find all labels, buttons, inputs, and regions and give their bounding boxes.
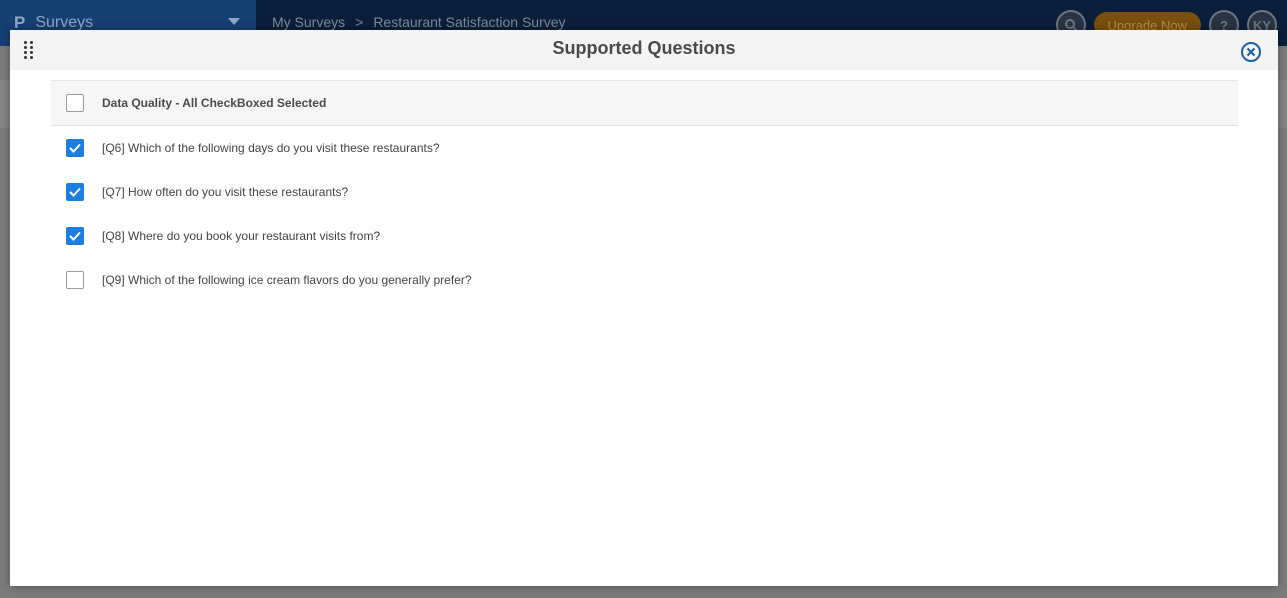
question-row-q8[interactable]: [Q8] Where do you book your restaurant v… (51, 214, 1238, 258)
breadcrumb-item-current: Restaurant Satisfaction Survey (373, 14, 566, 30)
question-label-q8: [Q8] Where do you book your restaurant v… (102, 229, 381, 243)
question-label-q9: [Q9] Which of the following ice cream fl… (102, 273, 472, 287)
question-label-q7: [Q7] How often do you visit these restau… (102, 185, 349, 199)
breadcrumb-separator: > (355, 14, 364, 30)
breadcrumb: My Surveys > Restaurant Satisfaction Sur… (272, 14, 566, 30)
modal-title: Supported Questions (552, 38, 736, 58)
supported-questions-modal: Supported Questions Data Quality - All C… (10, 30, 1278, 586)
modal-header: Supported Questions (10, 30, 1278, 70)
question-row-q6[interactable]: [Q6] Which of the following days do you … (51, 126, 1238, 170)
question-row-q7[interactable]: [Q7] How often do you visit these restau… (51, 170, 1238, 214)
breadcrumb-item-my-surveys[interactable]: My Surveys (272, 14, 345, 30)
question-row-q9[interactable]: [Q9] Which of the following ice cream fl… (51, 258, 1238, 302)
question-label-q6: [Q6] Which of the following days do you … (102, 141, 440, 155)
close-icon[interactable] (1241, 42, 1261, 62)
select-all-label: Data Quality - All CheckBoxed Selected (102, 96, 327, 110)
question-checkbox-q6[interactable] (66, 139, 84, 157)
question-checkbox-q9[interactable] (66, 271, 84, 289)
question-checkbox-q8[interactable] (66, 227, 84, 245)
question-checkbox-q7[interactable] (66, 183, 84, 201)
select-all-checkbox[interactable] (66, 94, 84, 112)
chevron-down-icon (228, 18, 240, 25)
question-list: Data Quality - All CheckBoxed Selected [… (51, 80, 1238, 302)
select-all-row[interactable]: Data Quality - All CheckBoxed Selected (51, 80, 1238, 126)
